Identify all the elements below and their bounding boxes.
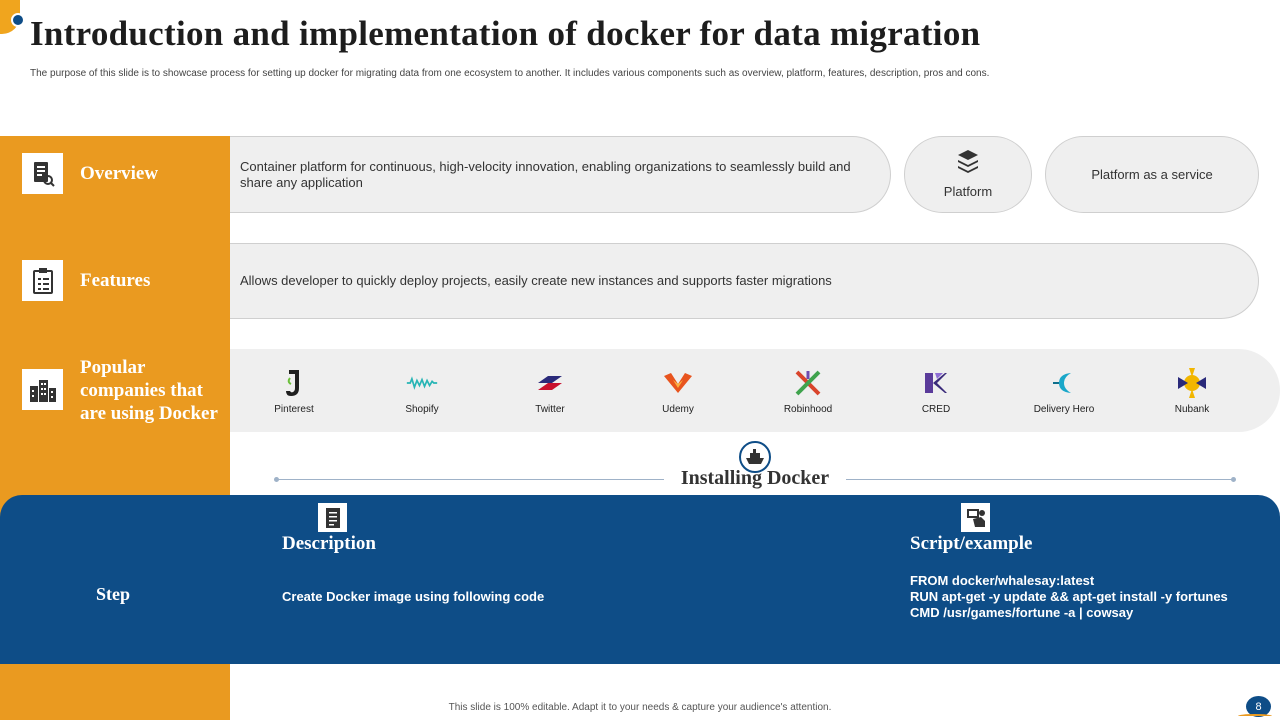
corner-decoration — [0, 0, 25, 34]
company-name: Shopify — [405, 404, 439, 415]
footer-note: This slide is 100% editable. Adapt it to… — [448, 702, 832, 713]
paas-pill: Platform as a service — [1045, 136, 1259, 213]
platform-label: Platform — [943, 184, 993, 199]
company-name: Delivery Hero — [1033, 404, 1095, 415]
corner-blue-dot — [11, 13, 25, 27]
clipboard-icon — [22, 260, 63, 301]
company-nubank: Nubank — [1137, 367, 1247, 415]
company-name: Robinhood — [783, 404, 833, 415]
buildings-icon — [22, 369, 63, 410]
script-line: RUN apt-get -y update && apt-get install… — [910, 589, 1228, 604]
description-text: Create Docker image using following code — [282, 589, 545, 604]
divider-dot-right — [1231, 477, 1236, 482]
document-icon — [318, 503, 347, 532]
robinhood-logo-icon — [792, 367, 824, 399]
features-row-label: Features — [0, 243, 230, 319]
company-delivery-hero: Delivery Hero — [1009, 367, 1119, 415]
delivery-hero-logo-icon — [1048, 367, 1080, 399]
page-subtitle: The purpose of this slide is to showcase… — [30, 68, 990, 79]
features-text: Allows developer to quickly deploy proje… — [240, 273, 832, 288]
pinterest-logo-icon — [278, 367, 310, 399]
ship-icon — [739, 441, 771, 473]
description-heading: Description — [282, 533, 376, 554]
company-name: Pinterest — [274, 404, 314, 415]
shopify-logo-icon — [406, 367, 438, 399]
features-pill: Allows developer to quickly deploy proje… — [230, 243, 1259, 319]
companies-row-label: Popular companies that are using Docker — [0, 349, 230, 432]
paas-label: Platform as a service — [1091, 166, 1213, 182]
company-robinhood: Robinhood — [753, 367, 863, 415]
overview-label: Overview — [80, 163, 159, 184]
company-name: Nubank — [1174, 404, 1210, 415]
company-shopify: Shopify — [367, 367, 477, 415]
script-line: FROM docker/whalesay:latest — [910, 573, 1095, 588]
nubank-logo-icon — [1176, 367, 1208, 399]
checklist-magnifier-icon — [22, 153, 63, 194]
code-hands-icon — [961, 503, 990, 532]
company-pinterest: Pinterest — [239, 367, 349, 415]
company-cred: CRED — [881, 367, 991, 415]
company-name: CRED — [921, 404, 951, 415]
twitter-logo-icon — [534, 367, 566, 399]
companies-label: Popular companies that are using Docker — [80, 357, 218, 424]
page-number-swoosh — [1238, 714, 1272, 718]
overview-pill: Container platform for continuous, high-… — [230, 136, 891, 213]
udemy-logo-icon — [662, 367, 694, 399]
platform-pill: Platform — [904, 136, 1032, 213]
company-name: Twitter — [535, 404, 565, 415]
step-label: Step — [96, 584, 131, 604]
overview-text: Container platform for continuous, high-… — [240, 158, 851, 190]
cred-logo-icon — [920, 367, 952, 399]
script-code: FROM docker/whalesay:latest RUN apt-get … — [910, 573, 1228, 621]
stacked-layers-icon — [957, 149, 979, 178]
companies-pill: Pinterest Shopify Twitter Udemy Robinhoo… — [230, 349, 1280, 432]
company-udemy: Udemy — [623, 367, 733, 415]
page-title: Introduction and implementation of docke… — [30, 14, 981, 53]
overview-row-label: Overview — [0, 136, 230, 213]
script-line: CMD /usr/games/fortune -a | cowsay — [910, 605, 1134, 620]
script-heading: Script/example — [910, 533, 1033, 554]
company-twitter: Twitter — [495, 367, 605, 415]
company-name: Udemy — [662, 404, 694, 415]
features-label: Features — [80, 270, 151, 291]
